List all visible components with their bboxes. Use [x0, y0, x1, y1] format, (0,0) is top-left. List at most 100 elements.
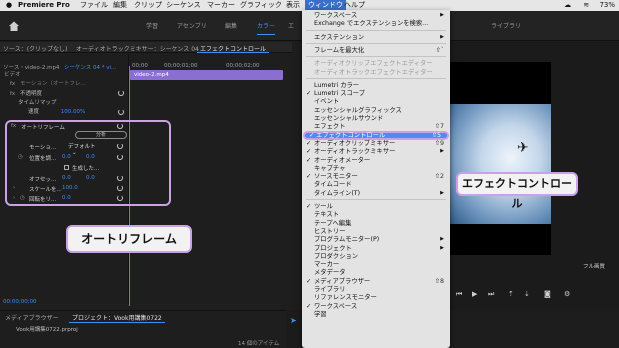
offset-x[interactable]: 0.0 — [62, 175, 71, 181]
tab-learn[interactable]: 学習 — [146, 21, 158, 30]
menu-sequence[interactable]: シーケンス — [166, 0, 201, 11]
effect-time-remap[interactable]: タイムリマップ — [0, 99, 128, 108]
chevron-right-icon[interactable]: › — [13, 185, 15, 191]
effect-motion[interactable]: fx モーション（オートフレ… — [0, 80, 128, 89]
tab-audio-track-mixer[interactable]: オーディオトラックミキサー：シーケンス 04 — [76, 44, 199, 53]
lift-icon[interactable]: ⇡ — [508, 290, 514, 298]
menu-shortcut: ⇧` — [435, 46, 444, 54]
adjust-position-x[interactable]: 0.0 — [62, 154, 71, 160]
menu-item-label: Lumetri スコープ — [314, 90, 366, 98]
timeline-clip[interactable]: video-2.mp4 — [130, 70, 283, 80]
menu-graphics[interactable]: グラフィック — [240, 0, 282, 11]
motion-tracking-label: モーショ... — [29, 145, 57, 151]
selection-tool-icon[interactable]: ➤ — [290, 316, 297, 325]
menu-item[interactable]: エクステンション ▶ — [302, 33, 450, 42]
rotate-value[interactable]: 0.0 — [62, 195, 71, 201]
tools-panel: ➤ — [286, 310, 302, 348]
menu-item-label: オーディオクリップミキサー — [314, 139, 396, 147]
time-ruler-2s: 00;00;02;00 — [226, 63, 260, 69]
menu-item-label: イベント — [314, 98, 340, 106]
menubar-status: ☁ ≋ 73% — [564, 0, 615, 11]
menu-item-label: オーディオメーター — [314, 156, 371, 164]
reset-icon[interactable] — [117, 123, 123, 129]
playback-resolution[interactable]: フル画質 — [583, 262, 605, 270]
tab-assembly[interactable]: アセンブリ — [177, 21, 207, 30]
video-image-sky — [450, 104, 551, 224]
tab-source[interactable]: ソース：(クリップなし) — [3, 44, 67, 53]
analyze-button[interactable]: 分析 — [75, 131, 127, 139]
menu-file[interactable]: ファイル — [80, 0, 108, 11]
reset-icon[interactable] — [117, 195, 123, 201]
menu-clip[interactable]: クリップ — [134, 0, 162, 11]
callout-auto-reframe: オートリフレーム — [66, 225, 192, 253]
param-speed-label: 速度 — [28, 109, 40, 115]
menu-item-label: オーディオクリップエフェクトエディター — [314, 60, 433, 68]
menu-item[interactable]: フレームを最大化 ⇧` — [302, 46, 450, 55]
apple-menu-icon[interactable]: ● — [6, 0, 12, 11]
param-speed[interactable]: 速度 100.00% — [0, 108, 128, 117]
menu-marker[interactable]: マーカー — [207, 0, 235, 11]
reset-icon[interactable] — [117, 154, 123, 160]
extract-icon[interactable]: ⇣ — [524, 290, 530, 298]
section-video: ビデオ — [4, 72, 21, 78]
source-name[interactable]: ソース・video-2.mp4 — [3, 63, 59, 71]
param-speed-value[interactable]: 100.00% — [61, 109, 85, 115]
step-forward-icon[interactable]: ⏭ — [488, 290, 494, 299]
adjust-position-y[interactable]: 0.0 — [86, 154, 95, 160]
reset-icon[interactable] — [118, 109, 124, 115]
stopwatch-icon[interactable]: ◷ — [18, 154, 23, 160]
menu-item-label: 学習 — [314, 310, 327, 318]
menu-item-label: キャプチャ — [314, 164, 346, 172]
tab-libraries[interactable]: ライブラリ — [491, 21, 521, 30]
timecode-display[interactable]: 00;00;00;00 — [0, 297, 292, 307]
chevron-right-icon[interactable]: › — [13, 195, 15, 201]
tab-media-browser[interactable]: メディアブラウザー — [5, 313, 59, 322]
scale-value[interactable]: 100.0 — [62, 185, 78, 191]
reset-icon[interactable] — [117, 175, 123, 181]
panel-tabs: ソース：(クリップなし) オーディオトラックミキサー：シーケンス 04 エフェク… — [0, 42, 292, 53]
checkmark-icon: ✓ — [309, 131, 315, 139]
menu-item-label: エッセンシャルグラフィックス — [314, 106, 402, 114]
step-back-icon[interactable]: ⏮ — [456, 290, 462, 299]
generated-checkbox[interactable] — [64, 165, 69, 170]
menu-item-label: テープへ編集 — [314, 219, 352, 227]
battery-percent[interactable]: 73% — [599, 1, 615, 9]
menu-item-label: メディアブラウザー — [314, 277, 371, 285]
tab-color[interactable]: カラー — [257, 21, 276, 35]
home-icon[interactable] — [8, 20, 20, 32]
camera-icon[interactable]: ◙ — [544, 290, 551, 298]
tab-effects[interactable]: エ — [288, 21, 294, 30]
settings-icon[interactable]: ⚙ — [564, 290, 570, 298]
offset-y[interactable]: 0.0 — [86, 175, 95, 181]
fx-badge[interactable]: fx — [11, 123, 16, 129]
sequence-name[interactable]: シーケンス 04 * vi... — [64, 63, 116, 71]
menu-item-label: タイムライン(T) — [314, 189, 361, 197]
time-ruler-1s: 00;00;01;00 — [164, 63, 198, 69]
menu-edit[interactable]: 編集 — [113, 0, 127, 11]
menu-item-label: プロダクション — [314, 252, 359, 260]
menu-separator — [306, 199, 446, 200]
fx-badge[interactable]: fx — [10, 91, 15, 97]
tab-edit[interactable]: 編集 — [225, 21, 237, 30]
wifi-icon[interactable]: ≋ — [583, 1, 589, 9]
play-icon[interactable]: ▶ — [472, 290, 477, 298]
reset-icon[interactable] — [117, 143, 123, 149]
effect-opacity[interactable]: fx 不透明度 — [0, 90, 128, 99]
motion-tracking-select[interactable]: デフォルト ⌄ — [68, 142, 104, 156]
stopwatch-icon[interactable]: ◷ — [20, 195, 25, 201]
menu-item[interactable]: エフェクト ⇧7 — [302, 122, 450, 131]
reset-icon[interactable] — [117, 185, 123, 191]
tab-project[interactable]: プロジェクト：Vook用講集0722 — [69, 313, 165, 323]
reset-icon[interactable] — [118, 90, 124, 96]
fx-badge[interactable]: fx — [10, 81, 15, 87]
project-file-name[interactable]: Vook用講集0722.prproj — [16, 325, 78, 333]
cloud-icon[interactable]: ☁ — [564, 1, 571, 9]
tab-effect-controls[interactable]: エフェクトコントロール — [196, 44, 270, 53]
menu-view[interactable]: 表示 — [286, 0, 300, 11]
menu-item[interactable]: Exchange でエクステンションを検索... — [302, 19, 450, 28]
menu-item-label: オーディオトラックミキサー — [314, 148, 396, 156]
menu-item[interactable]: タイムライン(T) ▶ — [302, 189, 450, 198]
menu-item-label: エッセンシャルサウンド — [314, 115, 384, 122]
menu-item[interactable]: 学習 — [302, 310, 450, 319]
app-menu[interactable]: Premiere Pro — [18, 0, 70, 11]
